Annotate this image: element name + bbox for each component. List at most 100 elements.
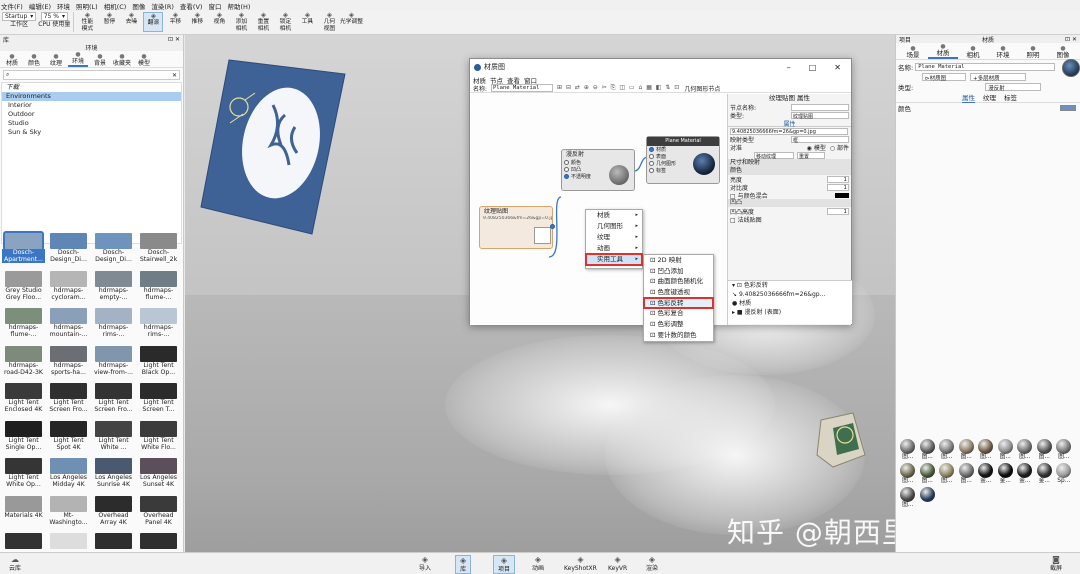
library-tab[interactable]: ● 模型: [134, 53, 154, 67]
submenu-item[interactable]: ⊡ 2D 映射: [644, 255, 713, 266]
textured-plane[interactable]: [200, 59, 346, 235]
library-tab[interactable]: ● 材质: [2, 53, 22, 67]
project-tab[interactable]: ● 材质: [928, 43, 958, 59]
project-tab[interactable]: ● 场景: [898, 45, 928, 59]
material-subtab[interactable]: 标签: [1004, 92, 1017, 102]
material-subtab[interactable]: 纹理: [983, 92, 996, 102]
toolbar-button[interactable]: ◈ 光学调整: [340, 12, 363, 32]
environment-thumbnail[interactable]: hdrmaps- view-from-...: [92, 345, 135, 383]
environment-thumbnail[interactable]: Los Angeles Sunset 4K: [137, 458, 180, 495]
search-clear-icon[interactable]: ✕: [172, 72, 177, 79]
tab-properties[interactable]: 属性: [728, 119, 851, 128]
bottom-nav-button[interactable]: ◈ 项目: [493, 555, 516, 574]
material-port-row[interactable]: 材质: [647, 146, 719, 153]
tree-item[interactable]: Environments: [2, 92, 181, 101]
node-name-input[interactable]: [791, 103, 849, 111]
diffuse-node[interactable]: 漫反射 颜色 凹凸 不透明度: [561, 149, 635, 191]
material-name-field[interactable]: Plane Material: [915, 63, 1056, 71]
material-name-input[interactable]: Plane Material: [491, 84, 554, 92]
environment-thumbnail[interactable]: Overhead Panel 4K: [137, 495, 180, 533]
output-port[interactable]: [550, 224, 555, 229]
environment-thumbnail[interactable]: Light Tent Enclosed 4K: [2, 383, 45, 420]
environment-thumbnail[interactable]: Light Tent Single Op...: [2, 420, 45, 458]
toolbar-button[interactable]: ◈ 去噪: [121, 12, 141, 32]
toolbar-button[interactable]: ◈ 工具: [297, 12, 317, 32]
environment-thumbnail[interactable]: Light Tent White ...: [92, 420, 135, 458]
reset-button[interactable]: 重置: [797, 151, 825, 160]
material-menu-item[interactable]: 窗口: [524, 75, 537, 85]
environment-thumbnail[interactable]: Light Tent White Op...: [2, 458, 45, 495]
panel-controls-icon[interactable]: ⊡ ✕: [168, 36, 180, 43]
bump-height-input[interactable]: 1: [827, 207, 849, 215]
material-menu-item[interactable]: 节点: [490, 75, 503, 85]
panel-controls-icon[interactable]: ⊡ ✕: [1065, 36, 1077, 43]
section-size-mapping[interactable]: 尺寸和映射: [728, 159, 851, 167]
material-preview-swatch[interactable]: [1062, 59, 1080, 77]
toolbar-button[interactable]: ◈ 视角: [209, 12, 229, 32]
bottom-nav-button[interactable]: ◈ KeyShotXR: [564, 555, 597, 572]
context-menu-item[interactable]: 纹理 ▸: [586, 232, 642, 243]
menu-item[interactable]: 环境: [57, 1, 70, 11]
material-output-node[interactable]: Plane Material 材质 表面 几何图形 标签: [646, 136, 720, 184]
menu-item[interactable]: 帮助(H): [227, 1, 250, 11]
library-tab[interactable]: ● 纹理: [46, 53, 66, 67]
material-thumbnail[interactable]: 金...: [1035, 463, 1055, 485]
mapping-select[interactable]: 框: [791, 135, 849, 144]
cloud-library-button[interactable]: ☁ 云库: [9, 555, 21, 572]
camera-gizmo[interactable]: [816, 412, 866, 468]
library-tab[interactable]: ● 背景: [90, 53, 110, 67]
environment-thumbnail[interactable]: Light Tent Black Op...: [137, 345, 180, 383]
library-search-input[interactable]: ⌕ ✕: [3, 70, 180, 80]
material-thumbnail[interactable]: 图...: [976, 439, 996, 461]
material-thumbnail[interactable]: 图...: [1015, 439, 1035, 461]
hierarchy-item[interactable]: ▸ ■ 漫反射 (表面): [728, 308, 852, 317]
material-thumbnail[interactable]: Sp...: [1054, 463, 1074, 485]
toolbar-button[interactable]: ◈ 锁定 相机: [275, 12, 295, 32]
toolbar-button[interactable]: ◈ 性能 模式: [77, 12, 97, 32]
tree-item[interactable]: Outdoor: [2, 110, 181, 119]
submenu-item[interactable]: ⊡ 曲面颜色随机化: [644, 276, 713, 287]
environment-thumbnail[interactable]: Dosch- Apartment...: [2, 231, 45, 270]
tree-item[interactable]: Interior: [2, 101, 181, 110]
menu-item[interactable]: 窗口: [208, 1, 221, 11]
tree-item[interactable]: Sun & Sky: [2, 128, 181, 137]
environment-thumbnail[interactable]: Mt- Washingto...: [47, 495, 90, 533]
menu-item[interactable]: 文件(F): [1, 1, 23, 11]
context-menu-item[interactable]: 材质 ▸: [586, 210, 642, 221]
move-texture-button[interactable]: 移动纹理: [754, 151, 794, 160]
color-swatch[interactable]: [1060, 104, 1076, 111]
material-type-select[interactable]: 漫反射: [985, 83, 1042, 92]
submenu-item[interactable]: ⊡ 凹凸添加: [644, 266, 713, 277]
environment-thumbnail[interactable]: Dosch- Design_Di...: [92, 233, 135, 270]
environment-thumbnail[interactable]: Dosch- Stairwell_2k: [137, 233, 180, 270]
environment-thumbnail[interactable]: hdrmaps- flume-...: [2, 308, 45, 345]
environment-thumbnail[interactable]: hdrmaps- cycloram...: [47, 270, 90, 308]
material-thumbnail[interactable]: 图...: [937, 463, 957, 485]
blend-color-swatch[interactable]: [835, 192, 849, 198]
library-tab[interactable]: ● 颜色: [24, 53, 44, 67]
contrast-input[interactable]: 1: [827, 183, 849, 191]
tree-item[interactable]: Studio: [2, 119, 181, 128]
project-tab[interactable]: ● 环境: [988, 45, 1018, 59]
environment-thumbnail[interactable]: Light Tent Screen T...: [137, 383, 180, 420]
library-tab[interactable]: ● 收藏夹: [112, 53, 132, 67]
material-graph-button[interactable]: ⊳材质图: [922, 73, 966, 82]
bottom-nav-button[interactable]: ◈ KeyVR: [608, 555, 627, 572]
material-thumbnail[interactable]: 金...: [976, 463, 996, 485]
toolbar-button[interactable]: ◈ 重置 相机: [253, 12, 273, 32]
material-subtab[interactable]: 属性: [962, 92, 975, 103]
bottom-nav-button[interactable]: ◈ 库: [455, 555, 472, 574]
align-part-radio[interactable]: ○ 部件: [830, 143, 849, 152]
context-menu-item[interactable]: 动画 ▸: [586, 243, 642, 254]
environment-thumbnail[interactable]: hdrmaps- mountain-...: [47, 308, 90, 345]
environment-thumbnail[interactable]: hdrmaps- sports-ha...: [47, 345, 90, 383]
material-thumbnail[interactable]: 图...: [937, 439, 957, 461]
close-icon[interactable]: ✕: [834, 63, 841, 72]
geometry-node-label[interactable]: 几何图形节点: [684, 84, 720, 93]
material-thumbnail[interactable]: 图...: [996, 439, 1016, 461]
texture-map-node[interactable]: 纹理贴图 9.408250366&fm=26&gp=0.jpg: [479, 206, 555, 249]
menu-item[interactable]: 照明(L): [76, 1, 98, 11]
tree-root[interactable]: 下载: [2, 83, 181, 92]
screenshot-button[interactable]: ◙ 截屏: [1050, 555, 1062, 572]
environment-thumbnail[interactable]: Light Tent White Flo...: [137, 420, 180, 458]
